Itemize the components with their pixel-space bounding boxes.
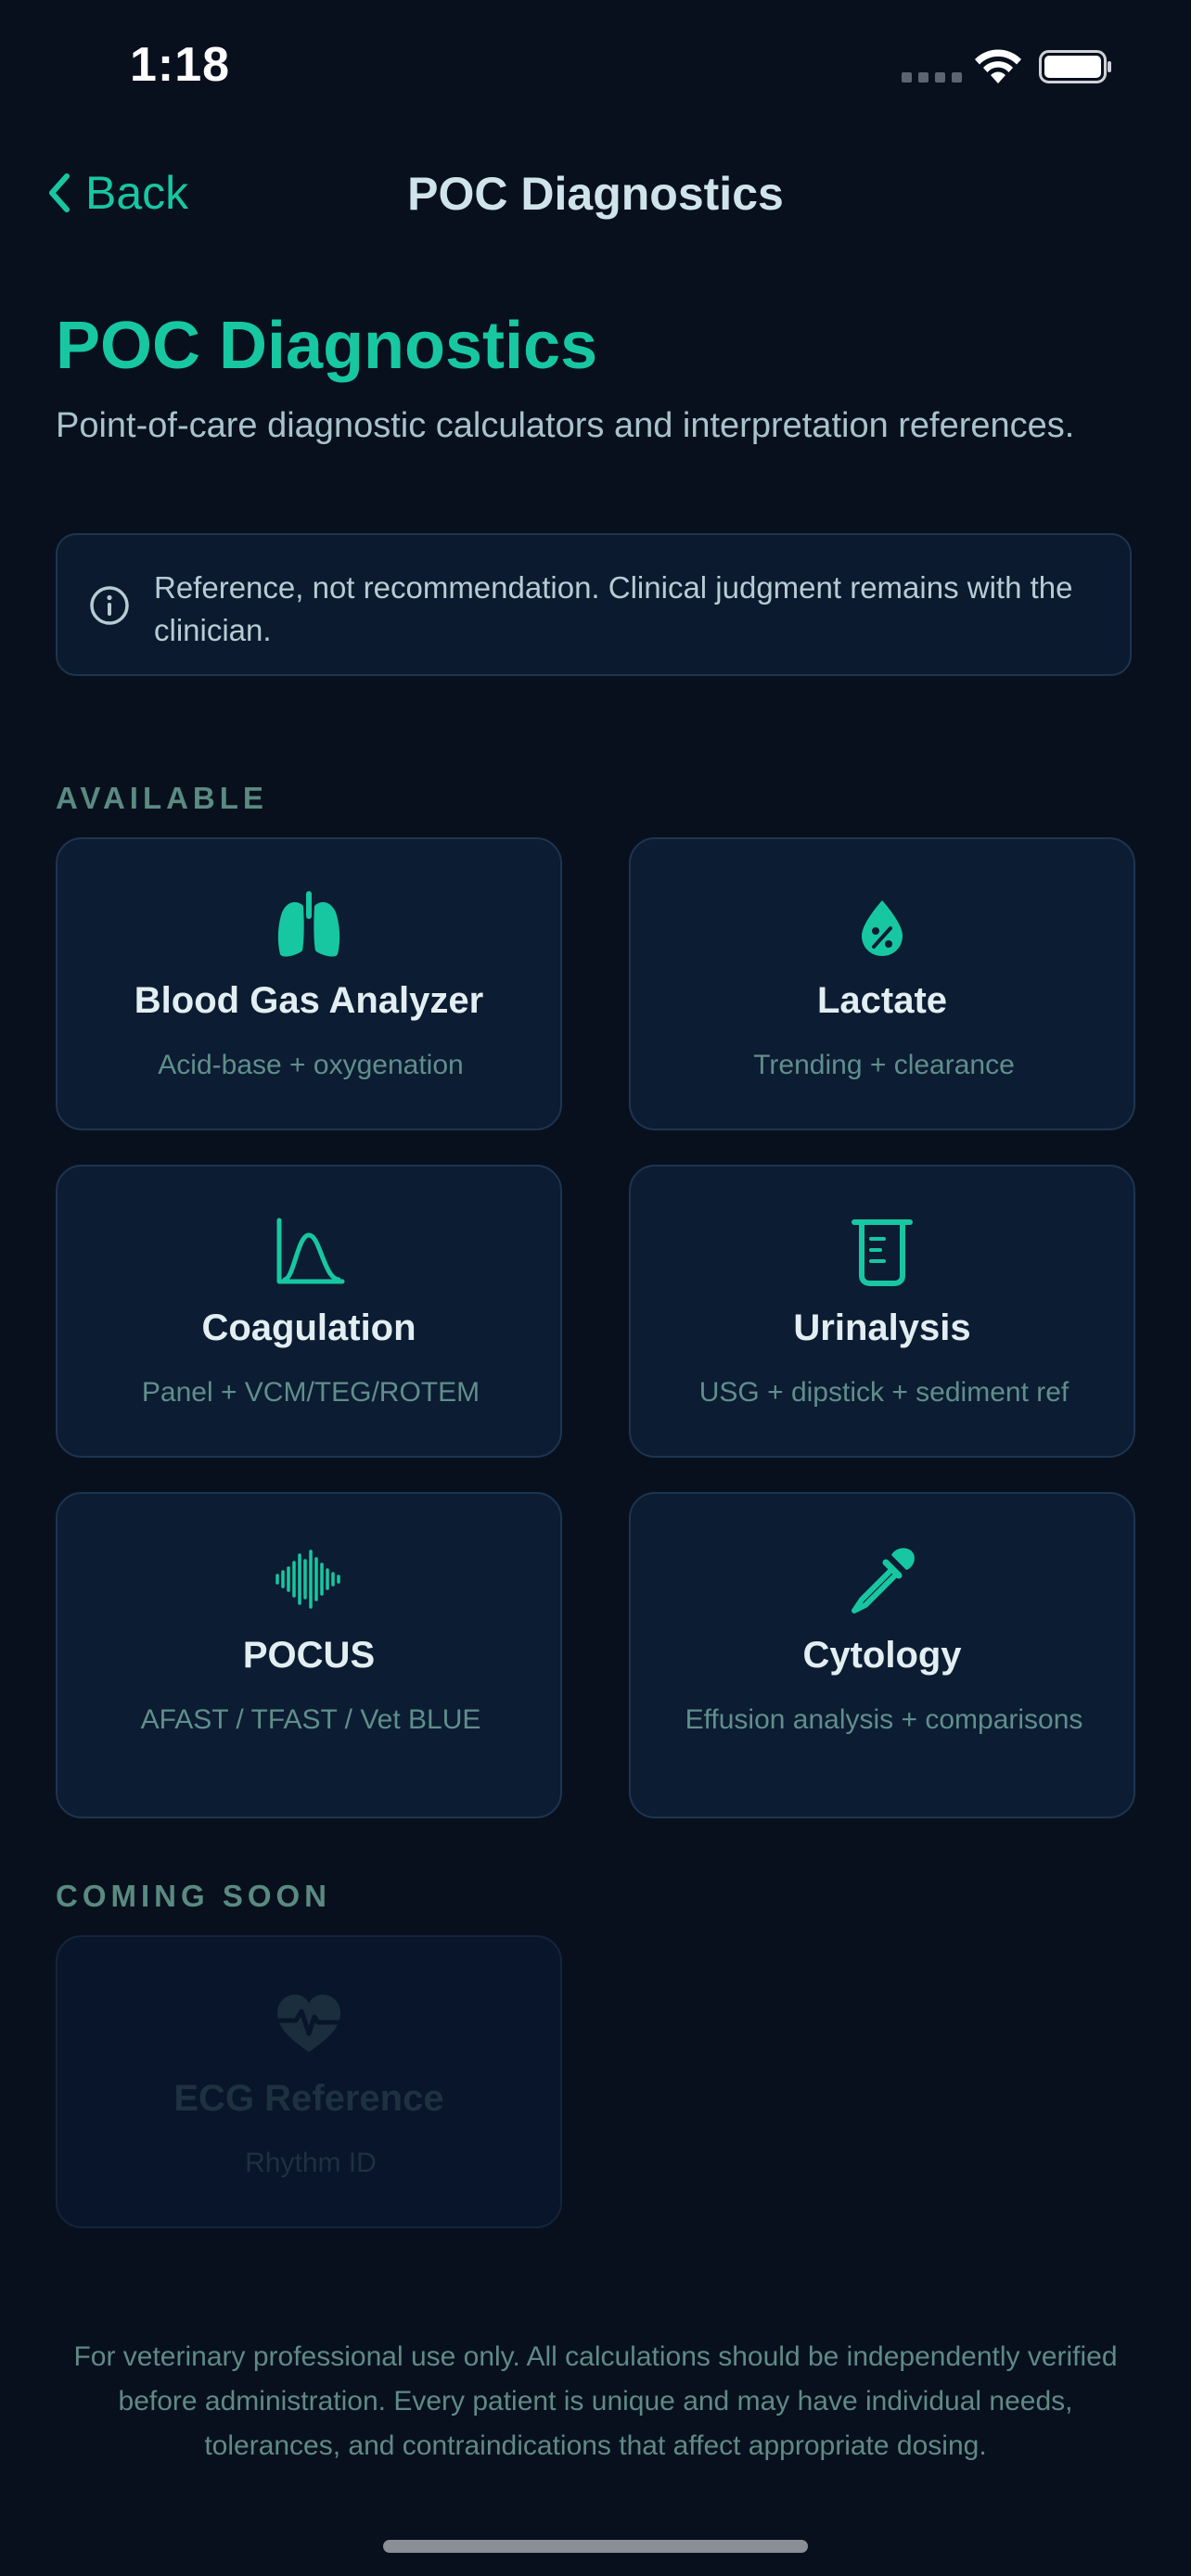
beaker-icon <box>852 1219 913 1286</box>
page-subtitle: Point-of-care diagnostic calculators and… <box>56 406 1075 445</box>
info-icon <box>90 586 129 625</box>
tile-ecg-reference: ECG Reference Rhythm ID <box>56 1935 562 2228</box>
heart-pulse-icon <box>275 1995 343 2052</box>
section-label-coming-soon: COMING SOON <box>56 1879 332 1913</box>
tile-coagulation[interactable]: Coagulation Panel + VCM/TEG/ROTEM <box>56 1165 562 1458</box>
tile-subtitle: Effusion analysis + comparisons <box>685 1704 1083 1735</box>
wifi-icon <box>975 49 1021 83</box>
tile-subtitle: Panel + VCM/TEG/ROTEM <box>141 1377 480 1408</box>
tile-title: Blood Gas Analyzer <box>134 980 484 1021</box>
bell-curve-chart-icon <box>276 1218 345 1284</box>
status-time: 1:18 <box>130 38 231 92</box>
tile-subtitle: Trending + clearance <box>753 1050 1015 1080</box>
droplet-percent-icon <box>862 900 903 956</box>
tile-title: Lactate <box>816 980 948 1021</box>
cellular-signal-icon <box>902 72 962 83</box>
tile-title: Urinalysis <box>793 1307 971 1348</box>
navigation-bar: Back POC Diagnostics <box>0 148 1191 236</box>
lungs-icon <box>277 891 340 957</box>
tile-title: POCUS <box>242 1635 376 1676</box>
footer-disclaimer: For veterinary professional use only. Al… <box>73 2341 1118 2461</box>
battery-icon <box>1039 50 1111 83</box>
tile-subtitle: AFAST / TFAST / Vet BLUE <box>140 1704 481 1735</box>
tile-subtitle: Acid-base + oxygenation <box>158 1050 464 1080</box>
tile-subtitle: Rhythm ID <box>245 2148 377 2178</box>
notice-text: Reference, not recommendation. Clinical … <box>154 570 1073 647</box>
nav-title: POC Diagnostics <box>407 168 784 220</box>
tile-pocus[interactable]: POCUS AFAST / TFAST / Vet BLUE <box>56 1492 562 1818</box>
waveform-icon <box>275 1549 340 1609</box>
tile-blood-gas-analyzer[interactable]: Blood Gas Analyzer Acid-base + oxygenati… <box>56 837 562 1130</box>
section-label-available: AVAILABLE <box>56 781 268 815</box>
status-bar: 1:18 <box>0 0 1191 134</box>
page-title: POC Diagnostics <box>56 309 598 383</box>
tile-cytology[interactable]: Cytology Effusion analysis + comparisons <box>629 1492 1135 1818</box>
dropper-icon <box>852 1548 915 1613</box>
tile-subtitle: USG + dipstick + sediment ref <box>698 1377 1069 1408</box>
screen: 1:18 Back POC Diagnostics POC Diagnostic… <box>0 0 1191 2576</box>
tile-title: Coagulation <box>201 1307 416 1348</box>
tile-title: ECG Reference <box>173 2078 444 2119</box>
tile-urinalysis[interactable]: Urinalysis USG + dipstick + sediment ref <box>629 1165 1135 1458</box>
tile-title: Cytology <box>802 1635 962 1676</box>
tile-lactate[interactable]: Lactate Trending + clearance <box>629 837 1135 1130</box>
disclaimer-notice: Reference, not recommendation. Clinical … <box>56 533 1132 676</box>
home-indicator[interactable] <box>383 2540 808 2553</box>
